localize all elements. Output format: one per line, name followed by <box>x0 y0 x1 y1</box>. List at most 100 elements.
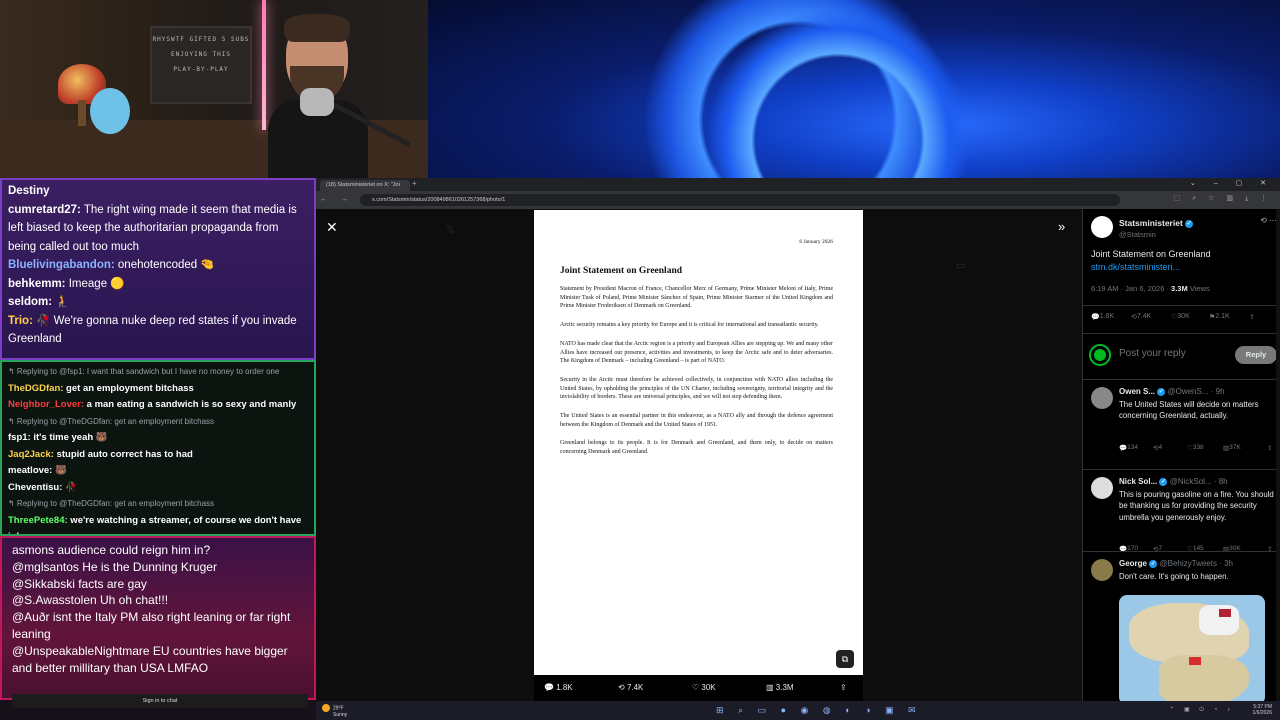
doc-paragraph: Statement by President Macron of France,… <box>560 286 833 310</box>
statement-image: 6 January 2026 Joint Statement on Greenl… <box>534 210 863 675</box>
verified-icon: ✓ <box>1149 559 1158 568</box>
chat-username[interactable]: behkemm: <box>8 278 66 290</box>
chat-text: 🧎 <box>52 296 70 308</box>
post-like-count: 30K <box>1177 313 1190 320</box>
reply-author[interactable]: George ✓ @BehizyTweets · 3h <box>1119 559 1233 568</box>
weather-temp: 29°F <box>333 705 344 712</box>
reply-like-stat[interactable]: ♡ 338 <box>1187 444 1204 452</box>
url-field[interactable]: x.com/Statsmin/status/200849861026125736… <box>360 194 1120 206</box>
chat-text: Imeage 🟡 <box>65 277 125 290</box>
chat-text: it's time yeah 🐻 <box>30 432 108 443</box>
clock[interactable]: 5:37 PM 1/6/2026 <box>1253 704 1272 716</box>
like-action[interactable]: ♡ 30K <box>692 683 716 692</box>
browser-tab[interactable]: (18) Statsministeriet on X: "Joi <box>320 180 410 191</box>
chat-username[interactable]: meatlove: <box>8 465 52 476</box>
x-photo-view: 𝕏 ▭ ✕ » 6 January 2026 Joint Statement o… <box>316 209 1280 701</box>
chat-overlay: Destiny cumretard27: The right wing made … <box>0 178 316 720</box>
reply-reply-stat[interactable]: 💬 134 <box>1119 444 1138 452</box>
chat-message: Bluelivingabandon: onehotencoded 🤏 <box>8 256 308 275</box>
more-icon[interactable]: ⟲ ⋯ <box>1260 216 1277 225</box>
chat-text: He is the Dunning Kruger <box>78 559 217 574</box>
chat-username[interactable]: Neighbor_Lover: <box>8 399 84 410</box>
post-handle[interactable]: @Statsmin <box>1119 230 1156 239</box>
neon-light <box>262 0 266 130</box>
flag-marker <box>1219 609 1231 617</box>
chat-username[interactable]: TheDGDfan: <box>8 383 63 394</box>
avatar[interactable] <box>1091 559 1113 581</box>
image-alt-icon[interactable]: ⧉ <box>836 650 854 668</box>
close-icon[interactable]: ✕ <box>326 219 338 236</box>
chat-username[interactable]: Trio: <box>8 315 33 327</box>
chat-message: @UnspeakableNightmare EU countries have … <box>12 643 304 677</box>
doc-paragraph: Greenland belongs to its people. It is f… <box>560 440 833 456</box>
share-icon[interactable]: ⇪ <box>1249 313 1255 321</box>
chat-message: @mglsantos He is the Dunning Kruger <box>12 559 304 576</box>
avatar[interactable] <box>1091 216 1113 238</box>
collapse-sidebar-icon[interactable]: » <box>1058 219 1065 234</box>
share-icon[interactable]: ⇪ <box>1267 444 1272 452</box>
reply-author[interactable]: Nick Sol... ✓ @NickSol... · 8h <box>1119 477 1228 486</box>
chat-username[interactable]: @Sikkabski <box>12 577 75 591</box>
chat-username[interactable]: @UnspeakableNightmare <box>12 644 150 658</box>
chat-username[interactable]: @S.Awasstolen <box>12 593 97 607</box>
reply-tweet[interactable]: George ✓ @BehizyTweets · 3h Don't care. … <box>1091 559 1277 599</box>
chat-message: asmons audience could reign him in? <box>12 542 304 559</box>
post-bookmark-count: 2.1K <box>1215 313 1230 320</box>
chat-username[interactable]: Cheventisu: <box>8 482 62 493</box>
extension-icons[interactable]: ⬚ ⌕ ☆ ▥ ⤓ ⋮ <box>1174 194 1272 203</box>
reply-input[interactable]: Post your reply <box>1119 348 1186 359</box>
post-meta: 6:19 AM · Jan 6, 2026 · 3.3M Views <box>1091 284 1210 293</box>
chat-username[interactable]: Jaq2Jack: <box>8 449 54 460</box>
map-image[interactable] <box>1119 595 1265 701</box>
chat-username[interactable]: Bluelivingabandon: <box>8 259 115 271</box>
photo-action-bar: 💬 1.8K ⟲ 7.4K ♡ 30K ▥ 3.3M ⇪ <box>534 675 863 701</box>
reply-tweet[interactable]: Nick Sol... ✓ @NickSol... · 8h This is p… <box>1091 477 1277 557</box>
system-tray-icons[interactable]: ⌃ ▣ ⏻ ◔ ♪ <box>1169 706 1234 714</box>
chat-username[interactable]: @Auðr <box>12 610 50 624</box>
chat-username[interactable]: ThreePete84: <box>8 515 68 526</box>
plush-toy <box>90 88 130 134</box>
reply-views-stat[interactable]: ▥ 37K <box>1223 444 1241 452</box>
post-views: 3.3M <box>1171 284 1188 293</box>
avatar[interactable] <box>1091 387 1113 409</box>
chat-username[interactable]: cumretard27: <box>8 204 81 216</box>
new-tab-icon[interactable]: + <box>412 179 417 188</box>
reply-repost-stat[interactable]: ⟲ 4 <box>1153 444 1162 452</box>
post-side-panel: Statsministeriet ✓ @Statsmin ⟲ ⋯ Joint S… <box>1082 209 1280 701</box>
scrollbar[interactable] <box>1276 209 1280 701</box>
views-action[interactable]: ▥ 3.3M <box>766 683 794 692</box>
avatar[interactable] <box>1091 477 1113 499</box>
verified-icon: ✓ <box>1159 477 1168 486</box>
post-repost-stat[interactable]: ⟲ 7.4K <box>1131 313 1151 321</box>
post-reply-stat[interactable]: 💬 1.8K <box>1091 313 1114 321</box>
weather-desc: Sunny <box>333 712 348 718</box>
chat-username[interactable]: @mglsantos <box>12 560 79 574</box>
chat-username[interactable]: fsp1: <box>8 432 31 443</box>
reply-button[interactable]: Reply <box>1235 346 1277 364</box>
repost-count: 7.4K <box>626 683 644 692</box>
share-icon[interactable]: ⇪ <box>840 683 847 692</box>
reply-tweet[interactable]: Owen S... ✓ @OwenS... · 9h The United St… <box>1091 387 1277 462</box>
chat-reply-context: ↰ Replying to @TheDGDfan: get an employm… <box>8 416 215 426</box>
sun-icon <box>322 704 330 712</box>
chat-username[interactable]: Destiny <box>8 185 50 197</box>
reply-handle: @NickSol... <box>1169 477 1212 486</box>
post-link[interactable]: stm.dk/statsministeri... <box>1091 261 1277 274</box>
post-author[interactable]: Statsministeriet ✓ <box>1119 218 1194 228</box>
reply-action[interactable]: 💬 1.8K <box>544 683 573 692</box>
post-like-stat[interactable]: ♡ 30K <box>1171 313 1190 321</box>
sign-in-to-chat-button[interactable]: Sign in to chat <box>12 694 308 708</box>
doc-paragraph: Arctic security remains a key priority f… <box>560 322 819 329</box>
verified-icon: ✓ <box>1157 387 1166 396</box>
taskbar-apps[interactable]: ⊞ ⌕ ▭ ● ◉ ◍ ◐ ◑ ▣ ✉ <box>716 705 922 716</box>
post-bookmark-stat[interactable]: ⚑ 2.1K <box>1209 313 1230 321</box>
post-body: Joint Statement on Greenland <box>1091 249 1211 259</box>
reply-author[interactable]: Owen S... ✓ @OwenS... · 9h <box>1119 387 1225 396</box>
chat-username[interactable]: seldom: <box>8 296 52 308</box>
chat-message: Neighbor_Lover: a man eating a sandwich … <box>8 397 308 414</box>
repost-action[interactable]: ⟲ 7.4K <box>618 683 643 692</box>
divider <box>1083 305 1280 306</box>
window-controls[interactable]: ⌄ – ▢ ✕ <box>1190 179 1274 187</box>
post-time: 6:19 AM · Jan 6, 2026 · <box>1091 284 1172 293</box>
weather-widget[interactable]: 29°F Sunny <box>322 704 347 718</box>
